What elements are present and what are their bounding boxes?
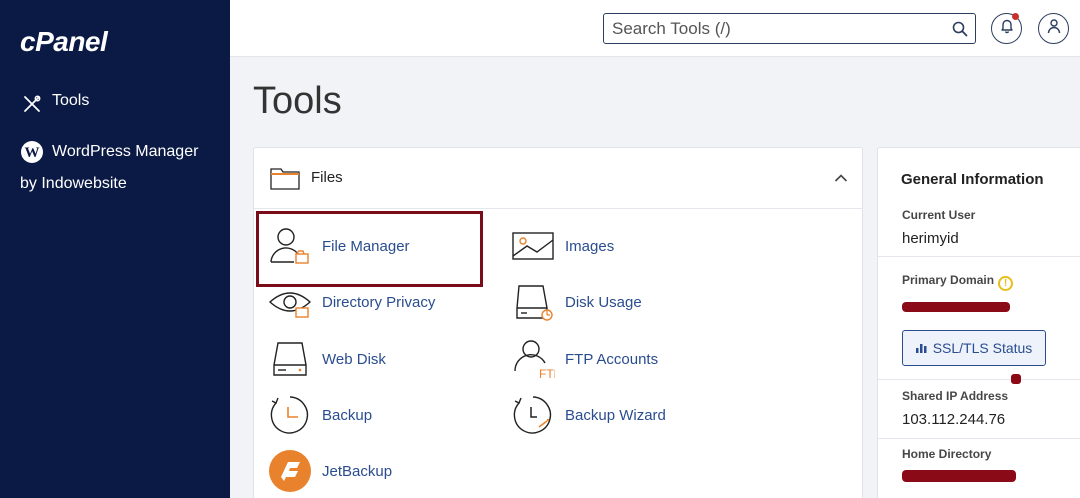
redacted-mark [1011, 374, 1021, 384]
tool-backup[interactable]: Backup [268, 393, 372, 437]
tool-jetbackup[interactable]: JetBackup [268, 449, 392, 493]
user-menu-button[interactable] [1038, 13, 1069, 44]
files-panel-header[interactable]: Files [254, 148, 862, 209]
current-user-value: herimyid [902, 230, 959, 247]
tool-disk-usage[interactable]: Disk Usage [511, 280, 642, 324]
general-information-panel: General Information Current User herimyi… [877, 147, 1080, 498]
tool-images[interactable]: Images [511, 224, 614, 268]
wordpress-icon: W [20, 140, 44, 164]
backup-wizard-icon [511, 393, 555, 437]
divider [878, 256, 1080, 257]
redacted-home-directory [902, 470, 1016, 482]
disk-usage-icon [511, 280, 555, 324]
shared-ip-label: Shared IP Address [902, 389, 1009, 403]
backup-icon [268, 393, 312, 437]
svg-text:W: W [25, 145, 40, 161]
file-manager-icon [268, 224, 312, 268]
redacted-domain [902, 302, 1010, 312]
page-title: Tools [253, 80, 342, 122]
primary-domain-label: Primary Domain! [902, 273, 1014, 291]
tool-ftp-accounts[interactable]: FTP FTP Accounts [511, 337, 658, 381]
notification-dot [1012, 13, 1019, 20]
sidebar-item-sublabel: by Indowebsite [20, 175, 127, 192]
tool-backup-wizard[interactable]: Backup Wizard [511, 393, 666, 437]
search-input[interactable] [604, 14, 945, 43]
ftp-accounts-icon: FTP [511, 337, 555, 381]
sidebar-item-label: Tools [52, 92, 90, 109]
tools-icon [20, 92, 44, 116]
tool-label: Images [565, 237, 615, 255]
shared-ip-value: 103.112.244.76 [902, 411, 1006, 428]
warning-icon[interactable]: ! [998, 276, 1014, 291]
search-box [603, 13, 976, 44]
folder-icon [270, 166, 300, 195]
ssl-button-label: SSL/TLS Status [932, 340, 1033, 356]
sidebar-item-wordpress-manager[interactable]: W WordPress Manager by Indowebsite [20, 136, 220, 200]
tool-directory-privacy[interactable]: Directory Privacy [268, 280, 435, 324]
cpanel-logo[interactable]: cPanel [20, 26, 108, 58]
tool-label: Disk Usage [565, 293, 642, 311]
user-icon [1047, 18, 1061, 39]
images-icon [511, 224, 555, 268]
jetbackup-icon [268, 449, 312, 493]
tool-label: Web Disk [322, 350, 386, 368]
tool-label: FTP Accounts [565, 350, 659, 368]
bell-icon [1000, 18, 1014, 39]
divider [878, 438, 1080, 439]
tool-label: Directory Privacy [322, 293, 436, 311]
tool-label: JetBackup [322, 462, 393, 480]
info-panel-title: General Information [901, 171, 1044, 188]
sidebar: cPanel Tools W WordPress Manager by Indo… [0, 0, 230, 498]
chevron-up-icon[interactable] [834, 170, 848, 188]
divider [878, 379, 1080, 380]
directory-privacy-icon [268, 280, 312, 324]
notifications-button[interactable] [991, 13, 1022, 44]
tool-label: Backup Wizard [565, 406, 666, 424]
svg-text:FTP: FTP [539, 367, 555, 379]
search-icon[interactable] [945, 14, 975, 43]
files-panel-title: Files [311, 169, 343, 186]
sidebar-item-label: WordPress Manager [52, 143, 199, 160]
tool-label: File Manager [322, 237, 410, 255]
web-disk-icon [268, 337, 312, 381]
ssl-tls-status-button[interactable]: SSL/TLS Status [902, 330, 1046, 366]
primary-domain-label-text: Primary Domain [902, 273, 995, 287]
top-header [230, 0, 1080, 57]
sidebar-item-tools[interactable]: Tools [20, 92, 89, 116]
bar-chart-icon [915, 340, 927, 356]
tool-label: Backup [322, 406, 373, 424]
current-user-label: Current User [902, 208, 976, 222]
tool-file-manager[interactable]: File Manager [268, 224, 410, 268]
home-directory-label: Home Directory [902, 447, 992, 461]
tool-web-disk[interactable]: Web Disk [268, 337, 386, 381]
